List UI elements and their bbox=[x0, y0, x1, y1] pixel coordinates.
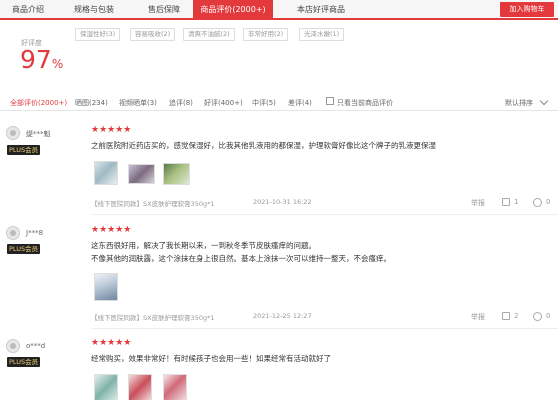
sort-dropdown[interactable]: 默认排序 bbox=[505, 98, 533, 108]
filter-photos[interactable]: 晒图(234) bbox=[75, 98, 108, 108]
like-count: 2 bbox=[514, 312, 519, 320]
review-tag[interactable]: 光泽水嫩(1) bbox=[299, 28, 345, 41]
review-photo[interactable] bbox=[94, 374, 118, 400]
review-text: 之前医院附近药店买的，感觉保湿好，比我其他乳液用的都保湿，护理软膏好像比这个牌子… bbox=[91, 141, 436, 150]
rating-number: 97 bbox=[20, 45, 52, 74]
filter-all[interactable]: 全部评价(2000+) bbox=[10, 98, 67, 108]
review-date: 2021-12-25 12:27 bbox=[253, 312, 312, 320]
filter-positive[interactable]: 好评(400+) bbox=[204, 98, 243, 108]
review-photo[interactable] bbox=[128, 164, 155, 184]
filter-videos[interactable]: 视频晒单(3) bbox=[119, 98, 157, 108]
review-text: 这东西很好用，解决了我长期以来，一到秋冬季节皮肤瘙痒的问题。 bbox=[91, 241, 316, 250]
divider bbox=[91, 214, 558, 215]
rating-unit: % bbox=[51, 57, 64, 71]
comment-count: 0 bbox=[546, 198, 551, 206]
review-date: 2021-10-31 16:22 bbox=[253, 198, 312, 206]
review-photo[interactable] bbox=[128, 374, 152, 400]
star-rating: ★★★★★ bbox=[91, 225, 132, 235]
like-count: 1 bbox=[514, 198, 519, 206]
comment-icon[interactable] bbox=[533, 312, 542, 321]
plus-member-badge: PLUS会员 bbox=[7, 357, 41, 367]
review-username: o***d bbox=[26, 342, 46, 350]
review-photo[interactable] bbox=[163, 374, 187, 400]
plus-member-badge: PLUS会员 bbox=[7, 244, 41, 254]
add-to-cart-button[interactable]: 加入购物车 bbox=[500, 2, 554, 17]
tab-reviews[interactable]: 商品评价(2000+) bbox=[193, 0, 273, 19]
only-current-checkbox[interactable] bbox=[326, 97, 334, 105]
tab-specs[interactable]: 规格与包装 bbox=[62, 0, 126, 19]
comment-icon[interactable] bbox=[533, 198, 542, 207]
thumbs-up-icon[interactable] bbox=[502, 312, 510, 320]
only-current-label[interactable]: 只看当前商品评价 bbox=[337, 98, 393, 108]
tab-after-sales[interactable]: 售后保障 bbox=[134, 0, 194, 19]
review-tag[interactable]: 容易吸收(2) bbox=[130, 28, 176, 41]
review-username: 缇***魁 bbox=[26, 130, 51, 138]
review-photo[interactable] bbox=[94, 273, 118, 301]
review-tag[interactable]: 清爽不油腻(2) bbox=[183, 28, 235, 41]
review-tag[interactable]: 非常好用(2) bbox=[243, 28, 289, 41]
filter-negative[interactable]: 差评(4) bbox=[288, 98, 312, 108]
avatar bbox=[6, 339, 20, 353]
avatar bbox=[6, 126, 20, 140]
report-link[interactable]: 举报 bbox=[471, 312, 485, 322]
rating-value: 97% bbox=[20, 46, 63, 78]
avatar bbox=[6, 226, 20, 240]
review-text: 经常购买，效果非常好！有时候孩子也会用一些！如果经常有活动就好了 bbox=[91, 354, 331, 363]
star-rating: ★★★★★ bbox=[91, 338, 132, 348]
plus-member-badge: PLUS会员 bbox=[7, 145, 41, 155]
divider bbox=[91, 328, 558, 329]
comment-count: 0 bbox=[546, 312, 551, 320]
thumbs-up-icon[interactable] bbox=[502, 198, 510, 206]
tab-bar: 商品介绍 规格与包装 售后保障 商品评价(2000+) 本店好评商品 加入购物车 bbox=[0, 0, 558, 20]
filter-followup[interactable]: 追评(8) bbox=[169, 98, 193, 108]
filter-neutral[interactable]: 中评(5) bbox=[252, 98, 276, 108]
star-rating: ★★★★★ bbox=[91, 125, 132, 135]
tab-product-intro[interactable]: 商品介绍 bbox=[0, 0, 56, 19]
review-photo[interactable] bbox=[94, 161, 118, 185]
review-text: 不像其他的润肤露，这个涂抹在身上很自然。基本上涂抹一次可以维持一整天，不会瘙痒。 bbox=[91, 254, 391, 263]
product-spec: 【线下医院同款】SX皮肤护理软膏350g*1 bbox=[91, 200, 215, 208]
tab-store-top-rated[interactable]: 本店好评商品 bbox=[284, 0, 358, 19]
product-spec: 【线下医院同款】SX皮肤护理软膏350g*1 bbox=[91, 314, 215, 322]
review-tag[interactable]: 保湿性好(3) bbox=[75, 28, 121, 41]
review-username: J***8 bbox=[26, 229, 44, 237]
report-link[interactable]: 举报 bbox=[471, 198, 485, 208]
review-photo[interactable] bbox=[163, 163, 190, 185]
